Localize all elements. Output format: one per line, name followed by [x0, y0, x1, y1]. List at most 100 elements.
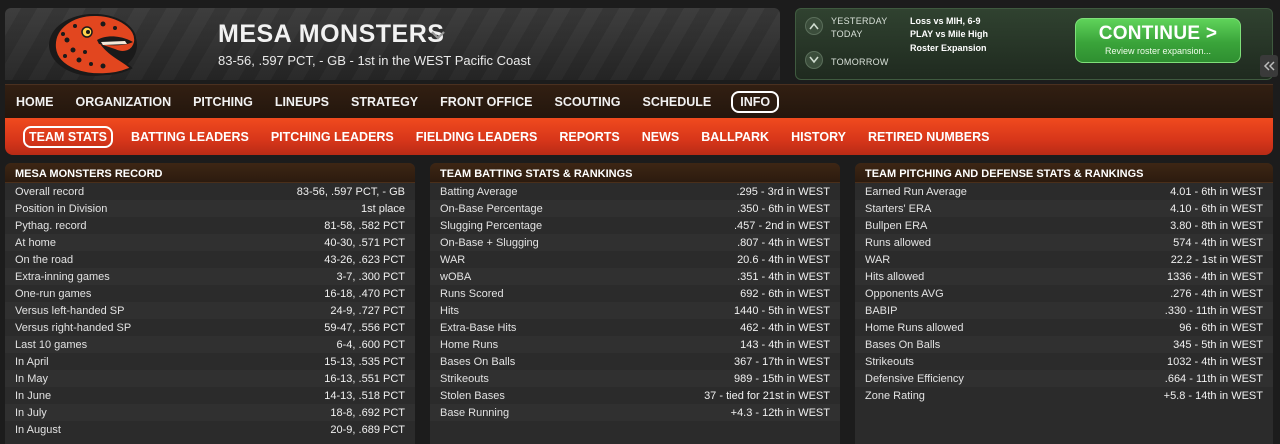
stat-label: Bases On Balls — [440, 355, 516, 368]
record-rows: Overall record 83-56, .597 PCT, - GB Posit… — [5, 183, 415, 438]
stat-row: In July 18-8, .692 PCT — [5, 404, 415, 421]
stat-row: In June 14-13, .518 PCT — [5, 387, 415, 404]
stat-label: Earned Run Average — [865, 185, 967, 198]
stat-value: .350 - 6th in WEST — [737, 202, 830, 215]
stat-value: 692 - 6th in WEST — [740, 287, 830, 300]
pitching-defense-panel: TEAM PITCHING AND DEFENSE STATS & RANKIN… — [855, 163, 1273, 444]
stat-value: 40-30, .571 PCT — [324, 236, 405, 249]
stat-row: Hits 1440 - 5th in WEST — [430, 302, 840, 319]
stat-value: .276 - 4th in WEST — [1170, 287, 1263, 300]
main-nav: HOME ORGANIZATION PITCHING LINEUPS STRAT… — [5, 84, 1273, 118]
sub-nav: TEAM STATS BATTING LEADERS PITCHING LEAD… — [5, 118, 1273, 155]
stat-label: One-run games — [15, 287, 92, 300]
nav-front-office[interactable]: FRONT OFFICE — [440, 92, 532, 112]
stat-row: WAR 22.2 - 1st in WEST — [855, 251, 1273, 268]
stat-value: 1440 - 5th in WEST — [734, 304, 830, 317]
stat-row: On-Base + Slugging .807 - 4th in WEST — [430, 234, 840, 251]
stat-label: In July — [15, 406, 47, 419]
panel-title: MESA MONSTERS RECORD — [5, 163, 415, 183]
today-game[interactable]: PLAY vs Mile High — [910, 29, 988, 39]
stat-label: In June — [15, 389, 52, 402]
team-record-line: 83-56, .597 PCT, - GB - 1st in the WEST … — [218, 53, 531, 68]
stat-row: Last 10 games 6-4, .600 PCT — [5, 336, 415, 353]
stat-label: Position in Division — [15, 202, 108, 215]
stat-row: Runs Scored 692 - 6th in WEST — [430, 285, 840, 302]
panel-title: TEAM PITCHING AND DEFENSE STATS & RANKIN… — [855, 163, 1273, 183]
stat-label: On-Base Percentage — [440, 202, 543, 215]
subnav-retired-numbers[interactable]: RETIRED NUMBERS — [868, 130, 990, 144]
stat-value: 4.10 - 6th in WEST — [1170, 202, 1263, 215]
nav-organization[interactable]: ORGANIZATION — [76, 92, 172, 112]
stat-label: Opponents AVG — [865, 287, 944, 300]
stat-row: One-run games 16-18, .470 PCT — [5, 285, 415, 302]
stat-value: 24-9, .727 PCT — [330, 304, 405, 317]
subnav-reports[interactable]: REPORTS — [559, 130, 619, 144]
stat-value: 16-18, .470 PCT — [324, 287, 405, 300]
subnav-batting-leaders[interactable]: BATTING LEADERS — [131, 130, 249, 144]
stat-value: +5.8 - 14th in WEST — [1163, 389, 1263, 402]
stat-label: Versus right-handed SP — [15, 321, 132, 334]
subnav-pitching-leaders[interactable]: PITCHING LEADERS — [271, 130, 394, 144]
stat-label: BABIP — [865, 304, 898, 317]
today-label: TODAY — [831, 29, 863, 39]
stat-value: 462 - 4th in WEST — [740, 321, 830, 334]
stat-label: Batting Average — [440, 185, 518, 198]
nav-lineups[interactable]: LINEUPS — [275, 92, 329, 112]
chevron-right-icon: > — [1205, 23, 1218, 44]
stat-label: Overall record — [15, 185, 85, 198]
subnav-news[interactable]: NEWS — [642, 130, 680, 144]
nav-pitching[interactable]: PITCHING — [193, 92, 253, 112]
previous-day-button[interactable] — [805, 17, 823, 35]
stat-row: Bases On Balls 345 - 5th in WEST — [855, 336, 1273, 353]
stat-label: WAR — [865, 253, 891, 266]
chevron-down-icon[interactable] — [429, 28, 447, 42]
stat-label: In May — [15, 372, 49, 385]
stat-row: BABIP .330 - 11th in WEST — [855, 302, 1273, 319]
continue-button[interactable]: CONTINUE > Review roster expansion... — [1075, 18, 1241, 63]
stat-row: In May 16-13, .551 PCT — [5, 370, 415, 387]
subnav-team-stats[interactable]: TEAM STATS — [23, 125, 114, 148]
nav-home[interactable]: HOME — [16, 92, 54, 112]
stat-value: 20-9, .689 PCT — [330, 423, 405, 436]
stat-label: At home — [15, 236, 56, 249]
stat-value: 574 - 4th in WEST — [1173, 236, 1263, 249]
stat-value: 22.2 - 1st in WEST — [1170, 253, 1263, 266]
team-name[interactable]: MESA MONSTERS — [218, 20, 444, 49]
nav-schedule[interactable]: SCHEDULE — [643, 92, 712, 112]
stat-row: Stolen Bases 37 - tied for 21st in WEST — [430, 387, 840, 404]
stat-row: Pythag. record 81-58, .582 PCT — [5, 217, 415, 234]
stat-label: Stolen Bases — [440, 389, 505, 402]
subnav-history[interactable]: HISTORY — [791, 130, 846, 144]
stat-row: Defensive Efficiency .664 - 11th in WEST — [855, 370, 1273, 387]
stat-row: Zone Rating +5.8 - 14th in WEST — [855, 387, 1273, 404]
stat-label: Bullpen ERA — [865, 219, 928, 232]
nav-info[interactable]: INFO — [731, 90, 780, 113]
tomorrow-label: TOMORROW — [831, 57, 889, 67]
batting-rows: Batting Average .295 - 3rd in WEST On-Base… — [430, 183, 840, 421]
stat-label: Runs allowed — [865, 236, 932, 249]
stat-row: On the road 43-26, .623 PCT — [5, 251, 415, 268]
stat-row: Extra-Base Hits 462 - 4th in WEST — [430, 319, 840, 336]
nav-strategy[interactable]: STRATEGY — [351, 92, 418, 112]
subnav-ballpark[interactable]: BALLPARK — [701, 130, 769, 144]
stat-value: +4.3 - 12th in WEST — [730, 406, 830, 419]
stat-row: Batting Average .295 - 3rd in WEST — [430, 183, 840, 200]
stat-label: Defensive Efficiency — [865, 372, 964, 385]
stat-value: 143 - 4th in WEST — [740, 338, 830, 351]
stat-row: WAR 20.6 - 4th in WEST — [430, 251, 840, 268]
collapse-panel-button[interactable] — [1260, 55, 1278, 77]
stat-value: 6-4, .600 PCT — [336, 338, 405, 351]
stat-label: Hits — [440, 304, 459, 317]
nav-scouting[interactable]: SCOUTING — [555, 92, 621, 112]
stat-value: 96 - 6th in WEST — [1179, 321, 1263, 334]
stat-label: wOBA — [440, 270, 472, 283]
stat-value: 59-47, .556 PCT — [324, 321, 405, 334]
stat-value: .330 - 11th in WEST — [1164, 304, 1263, 317]
stat-label: Last 10 games — [15, 338, 88, 351]
subnav-fielding-leaders[interactable]: FIELDING LEADERS — [416, 130, 538, 144]
stat-row: At home 40-30, .571 PCT — [5, 234, 415, 251]
stat-row: Runs allowed 574 - 4th in WEST — [855, 234, 1273, 251]
chevron-down-icon — [809, 56, 819, 64]
yesterday-result[interactable]: Loss vs MIH, 6-9 — [910, 16, 981, 26]
next-day-button[interactable] — [805, 51, 823, 69]
